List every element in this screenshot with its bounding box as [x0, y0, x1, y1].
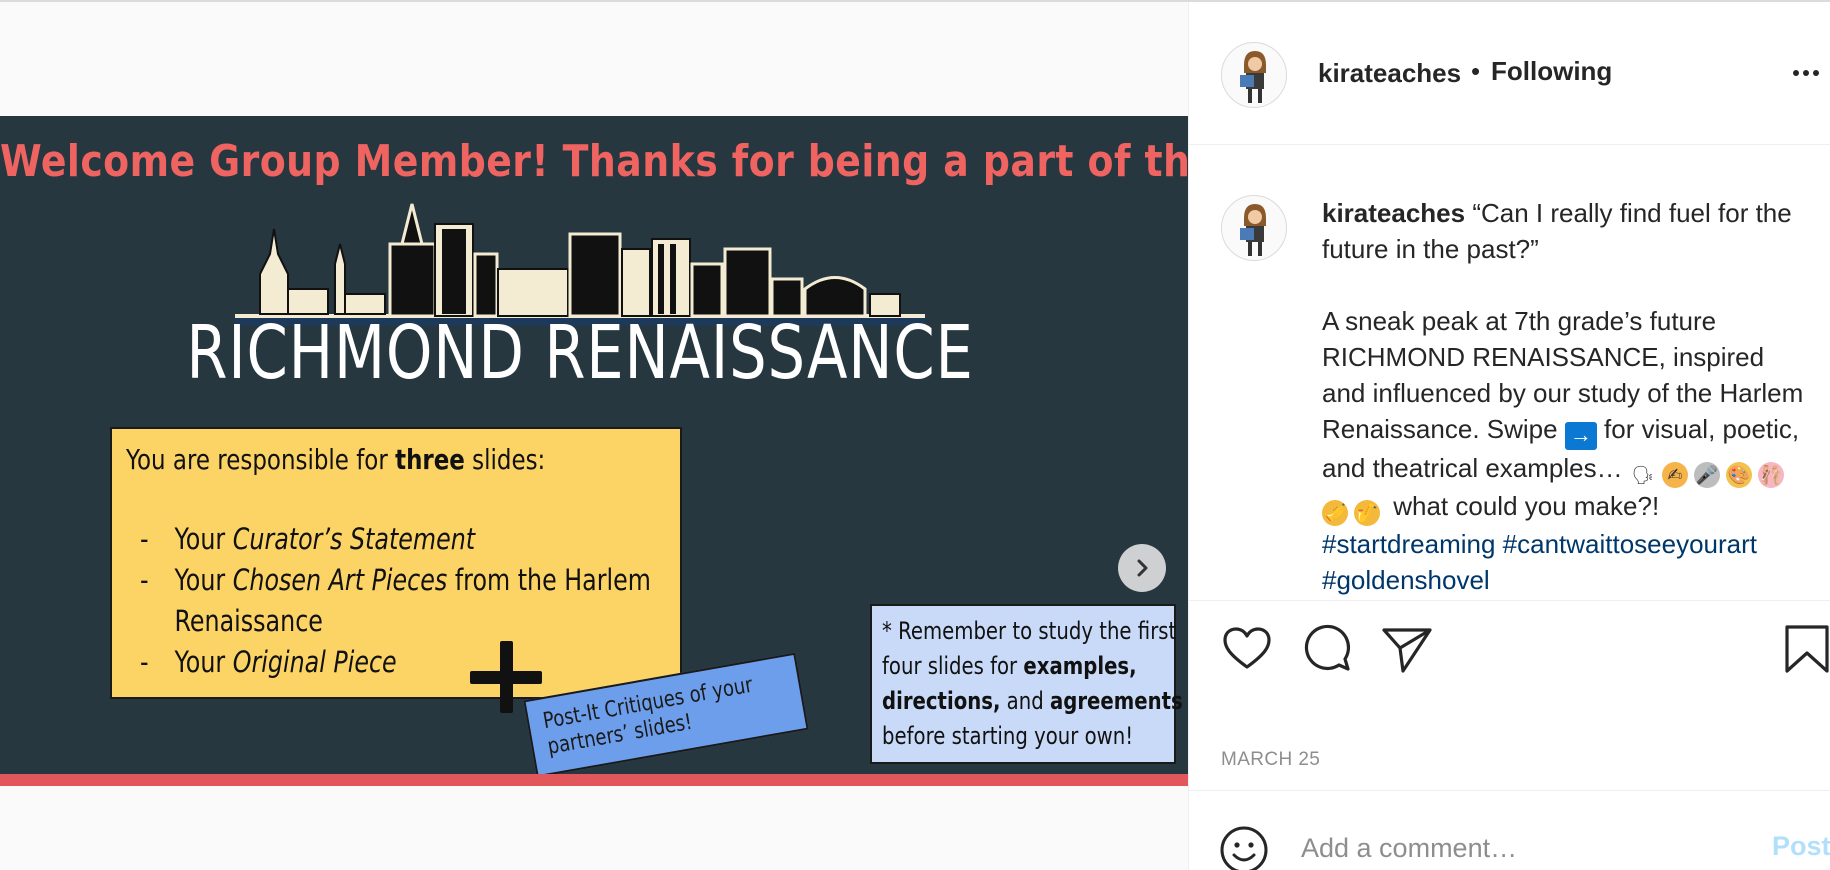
separator-dot: •	[1471, 56, 1481, 86]
slide-title: RICHMOND RENAISSANCE	[186, 310, 974, 396]
comment-icon[interactable]	[1299, 621, 1355, 677]
responsibilities-heading: You are responsible for three slides:	[126, 443, 546, 476]
heart-icon[interactable]	[1219, 621, 1275, 677]
hashtag-link[interactable]: #startdreaming	[1322, 529, 1495, 559]
post-sidebar: kirateaches • Following kirateaches “Can…	[1188, 2, 1830, 870]
caption-text: kirateaches “Can I really find fuel for …	[1322, 195, 1812, 598]
header-username[interactable]: kirateaches	[1318, 58, 1461, 89]
post-comment-button[interactable]: Post	[1772, 831, 1830, 862]
caption-section: kirateaches “Can I really find fuel for …	[1189, 145, 1830, 600]
responsibilities-box: You are responsible for three slides: -Y…	[110, 427, 682, 699]
list-item: - Your Original Piece	[140, 645, 397, 679]
hashtag-link[interactable]: #cantwaittoseeyourart	[1503, 529, 1757, 559]
hashtag-link[interactable]: #goldenshovel	[1322, 565, 1490, 595]
emoji-picker-icon[interactable]	[1219, 825, 1269, 870]
caption-body: A sneak peak at 7th grade’s future RICHM…	[1322, 306, 1804, 595]
share-icon[interactable]	[1379, 621, 1435, 677]
more-options-icon[interactable]	[1793, 70, 1819, 76]
post-header: kirateaches • Following	[1189, 2, 1830, 145]
user-avatar-icon	[1240, 51, 1266, 103]
following-button[interactable]: Following	[1491, 56, 1612, 87]
action-bar: MARCH 25	[1189, 600, 1830, 790]
slide-bottom-bar	[0, 774, 1188, 786]
next-slide-button[interactable]	[1118, 544, 1166, 592]
carousel-slide[interactable]: Welcome Group Member! Thanks for being a…	[0, 116, 1188, 786]
bookmark-icon[interactable]	[1783, 621, 1830, 677]
palette-emoji-icon: 🎨	[1725, 462, 1752, 488]
post-date[interactable]: MARCH 25	[1221, 749, 1320, 771]
comment-form: Post	[1189, 790, 1830, 870]
list-item: Renaissance	[174, 604, 323, 638]
post-media: Welcome Group Member! Thanks for being a…	[0, 2, 1188, 870]
microphone-emoji-icon: 🎤	[1693, 462, 1720, 488]
right-arrow-emoji-icon: →	[1564, 422, 1597, 450]
speaking-head-emoji-icon: 🗣	[1631, 465, 1655, 485]
trumpet-emoji-icon: 🎺	[1322, 500, 1348, 526]
list-item: - Your Chosen Art Pieces from the Harlem	[140, 563, 651, 597]
ballet-shoes-emoji-icon: 🩰	[1757, 462, 1784, 488]
slide-welcome-text: Welcome Group Member! Thanks for being a…	[0, 136, 1188, 187]
saxophone-emoji-icon: 🎷	[1354, 500, 1380, 526]
avatar[interactable]	[1221, 42, 1287, 108]
comment-input[interactable]	[1301, 833, 1681, 864]
chevron-right-icon	[1137, 559, 1148, 577]
reminder-box: * Remember to study the first four slide…	[870, 604, 1183, 764]
list-item: - Your Curator’s Statement	[140, 522, 476, 556]
caption-username[interactable]: kirateaches	[1322, 198, 1465, 228]
responsibilities-list: - Your Curator’s Statement - Your Chosen A…	[140, 519, 651, 683]
avatar[interactable]	[1221, 195, 1287, 261]
user-avatar-icon	[1240, 204, 1266, 256]
writing-hand-emoji-icon: ✍	[1661, 462, 1688, 488]
